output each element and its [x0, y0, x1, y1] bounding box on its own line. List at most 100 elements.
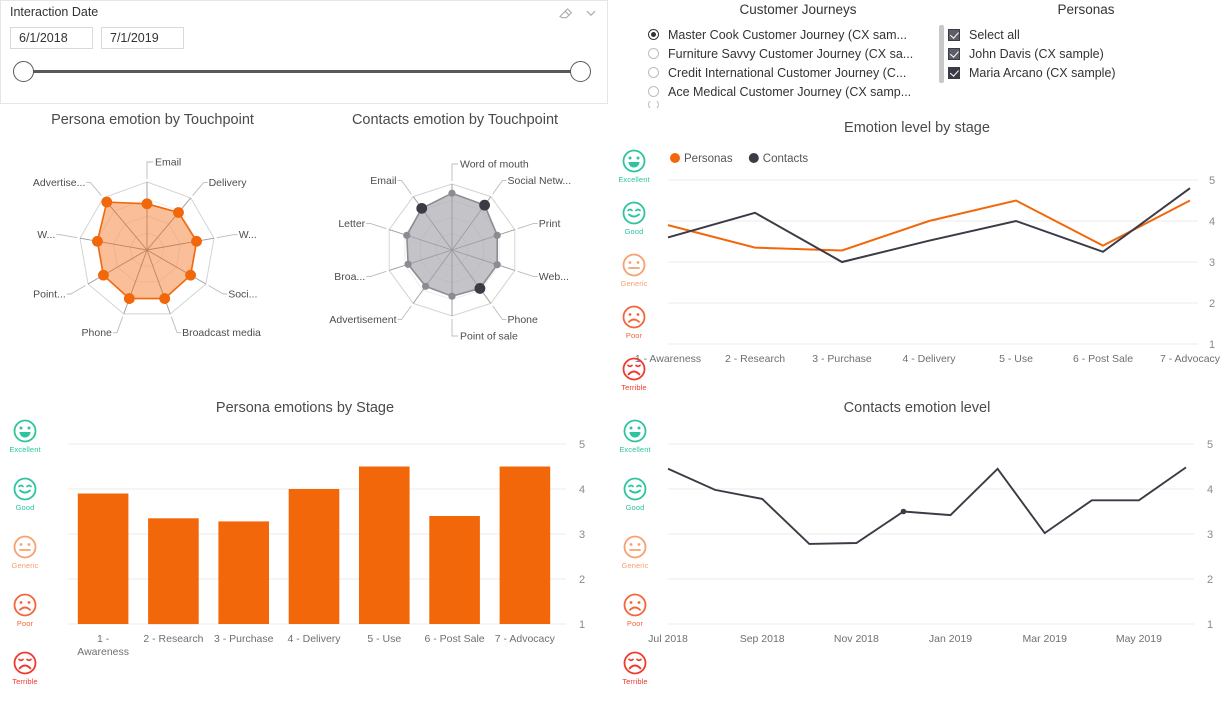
svg-text:Advertise...: Advertise...	[33, 177, 86, 189]
svg-text:5 - Use: 5 - Use	[367, 633, 401, 645]
persona-option[interactable]: Maria Arcano (CX sample)	[948, 63, 1224, 82]
radar-data-point	[493, 261, 501, 269]
journey-option[interactable]: Furniture Savvy Customer Journey (CX sa.…	[648, 44, 948, 63]
svg-text:7 - Advocacy: 7 - Advocacy	[495, 633, 556, 645]
svg-text:3 - Purchase: 3 - Purchase	[812, 353, 872, 365]
persona-option[interactable]: John Davis (CX sample)	[948, 44, 1224, 63]
radar-data-point	[403, 231, 411, 239]
svg-text:Personas: Personas	[684, 153, 733, 165]
svg-text:4: 4	[579, 484, 585, 496]
line2-plot: 1 2 3 4 5 Jul 2018 Sep 2018 Nov 2018 Jan 2019 Mar…	[648, 439, 1213, 645]
journeys-scrollbar[interactable]	[939, 25, 944, 83]
interaction-date-slicer[interactable]: Interaction Date 6/1/2018 7/1/2019	[0, 0, 608, 104]
svg-text:2 - Research: 2 - Research	[725, 353, 785, 365]
persona-option-select-all[interactable]: Select all	[948, 25, 1224, 44]
radar-data-point	[185, 269, 196, 281]
emotion-level-by-stage-chart[interactable]: Emotion level by stage Excellent Good Gene…	[610, 120, 1224, 397]
journeys-list[interactable]: Master Cook Customer Journey (CX sam... …	[648, 25, 948, 108]
svg-text:3 - Purchase: 3 - Purchase	[214, 633, 274, 645]
checkbox-icon[interactable]	[948, 47, 960, 60]
svg-text:Jul 2018: Jul 2018	[648, 633, 688, 645]
radar1-plot: Email Delivery W... Soci... Broadcast media P…	[33, 157, 261, 340]
svg-text:Jan 2019: Jan 2019	[929, 633, 972, 645]
date-end-field[interactable]: 7/1/2019	[101, 27, 184, 49]
svg-text:Delivery: Delivery	[209, 177, 248, 189]
svg-text:Mar 2019: Mar 2019	[1023, 633, 1068, 645]
radio-icon[interactable]	[648, 29, 659, 40]
radio-icon[interactable]	[648, 86, 659, 97]
journey-option[interactable]: Credit International Customer Journey (C…	[648, 63, 948, 82]
radar-data-point	[159, 293, 171, 304]
bar	[499, 466, 551, 624]
svg-text:2: 2	[1207, 574, 1213, 586]
line1-title: Emotion level by stage	[844, 120, 990, 136]
bar	[359, 466, 410, 624]
contacts-emotion-radar-chart[interactable]: Contacts emotion by Touchpoint Word of m…	[300, 112, 610, 397]
svg-text:2: 2	[579, 574, 585, 586]
personas-slicer[interactable]: Personas Select all John Davis (CX sampl…	[948, 0, 1224, 104]
svg-text:Web...: Web...	[539, 271, 569, 283]
radar-data-point	[173, 207, 184, 218]
slider-track	[27, 70, 577, 73]
journeys-title: Customer Journeys	[739, 2, 857, 17]
journey-label: Furniture Savvy Customer Journey (CX sa.…	[668, 46, 914, 61]
svg-text:Broadcast media: Broadcast media	[182, 327, 261, 339]
date-slicer-title: Interaction Date	[10, 5, 99, 19]
radar-data-point	[448, 292, 456, 300]
date-start-field[interactable]: 6/1/2018	[10, 27, 93, 49]
bar1-title: Persona emotions by Stage	[215, 400, 395, 416]
svg-text:Email: Email	[370, 175, 396, 187]
radio-icon[interactable]	[648, 101, 659, 108]
eraser-icon[interactable]	[557, 5, 573, 21]
journey-option[interactable]: Master Cook Customer Journey (CX sam...	[648, 25, 948, 44]
radar-data-point	[448, 189, 456, 197]
svg-text:Phone: Phone	[508, 314, 539, 326]
svg-text:W...: W...	[37, 229, 55, 241]
line-data-point	[900, 508, 907, 515]
svg-text:5 - Use: 5 - Use	[999, 353, 1033, 365]
persona-emotion-radar-chart[interactable]: Persona emotion by Touchpoint Email Deliv…	[0, 112, 305, 397]
persona-emotions-by-stage-chart[interactable]: Persona emotions by Stage Excellent Good G…	[0, 400, 610, 686]
emotion-scale-label: Terrible	[12, 677, 38, 686]
slider-handle-end[interactable]	[570, 61, 591, 82]
svg-text:3: 3	[579, 529, 585, 541]
svg-text:Print: Print	[539, 218, 561, 230]
contacts-emotion-level-chart[interactable]: Contacts emotion level Excellent Good Gene…	[610, 400, 1224, 686]
checkbox-icon[interactable]	[948, 28, 960, 41]
svg-text:Contacts: Contacts	[763, 153, 809, 165]
chevron-down-icon[interactable]	[583, 5, 599, 21]
journey-label: Master Cook Customer Journey (CX sam...	[668, 27, 907, 42]
radio-icon[interactable]	[648, 67, 659, 78]
slider-handle-start[interactable]	[13, 61, 34, 82]
svg-text:Soci...: Soci...	[228, 289, 257, 301]
svg-text:1: 1	[1207, 619, 1213, 631]
emotion-scale-label: Terrible	[622, 677, 648, 686]
journey-label: Ace Medical Customer Journey (CX samp...	[668, 84, 912, 99]
radar-data-point	[404, 260, 412, 268]
radio-icon[interactable]	[648, 48, 659, 59]
svg-text:1 -: 1 -	[97, 633, 110, 645]
line1-plot: 1 2 3 4 5 1 - Awareness 2 - Research 3 - Purcha…	[635, 153, 1221, 365]
bar	[288, 489, 340, 624]
customer-journeys-slicer[interactable]: Customer Journeys Master Cook Customer J…	[648, 0, 948, 108]
svg-text:6 - Post Sale: 6 - Post Sale	[1073, 353, 1133, 365]
personas-list[interactable]: Select all John Davis (CX sample) Maria …	[948, 25, 1224, 82]
journey-label: Credit International Customer Journey (C…	[668, 65, 907, 80]
date-range-slider[interactable]	[11, 57, 593, 87]
persona-label: Select all	[969, 27, 1020, 42]
journey-option[interactable]: Ace Medical Customer Journey (CX samp...	[648, 82, 948, 101]
radar-data-point	[474, 283, 486, 294]
checkbox-icon[interactable]	[948, 66, 960, 79]
svg-text:Letter: Letter	[338, 218, 365, 230]
radar-data-point	[123, 293, 135, 304]
svg-text:Awareness: Awareness	[77, 646, 129, 658]
radar-data-point	[191, 235, 202, 247]
svg-text:4: 4	[1207, 484, 1213, 496]
svg-text:3: 3	[1209, 257, 1215, 269]
svg-text:Advertisement: Advertisement	[329, 314, 396, 326]
journey-option-partial[interactable]	[648, 101, 948, 108]
svg-text:Word of mouth: Word of mouth	[460, 159, 529, 171]
bar	[218, 521, 269, 624]
personas-title: Personas	[1057, 2, 1115, 17]
svg-text:1: 1	[1209, 339, 1215, 351]
